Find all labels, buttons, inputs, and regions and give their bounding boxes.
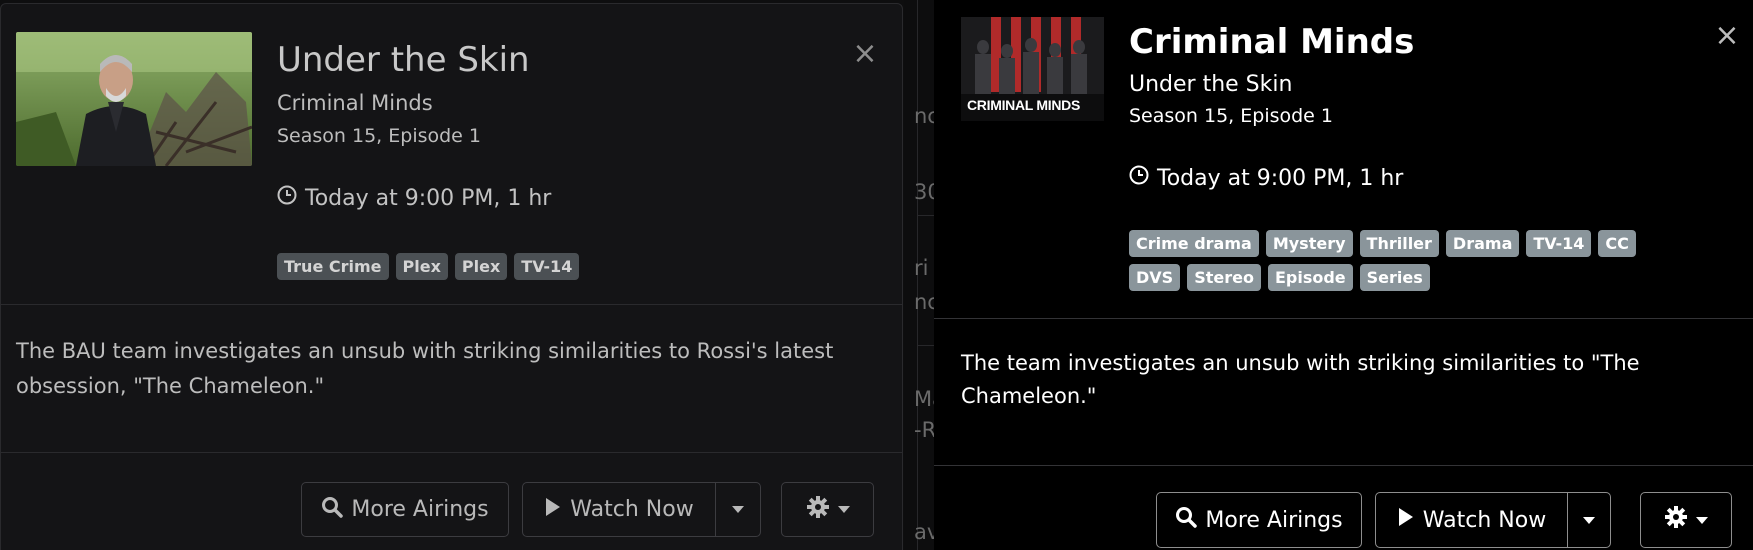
gear-icon — [806, 495, 830, 525]
genre-badge: Mystery — [1265, 230, 1353, 257]
play-icon — [544, 496, 562, 524]
rating-badge: TV-14 — [514, 253, 580, 280]
chevron-down-icon — [1583, 516, 1595, 524]
episode-title: Under the Skin — [1129, 72, 1293, 97]
type-badge: Episode — [1267, 264, 1353, 291]
background-text-fragment: nc — [914, 290, 934, 314]
settings-dropdown-button[interactable] — [781, 482, 874, 537]
season-episode: Season 15, Episode 1 — [277, 125, 481, 147]
settings-dropdown-button[interactable] — [1640, 492, 1732, 548]
close-icon[interactable]: × — [1713, 21, 1741, 51]
genre-badge: Drama — [1445, 230, 1520, 257]
program-title: Under the Skin — [277, 40, 530, 80]
background-text-fragment: Ma — [914, 387, 934, 411]
background-text-fragment: 30 — [914, 180, 934, 204]
background-text-fragment: ri — [914, 256, 929, 280]
airtime-text: Today at 9:00 PM, 1 hr — [305, 185, 552, 211]
program-description: The BAU team investigates an unsub with … — [16, 339, 834, 398]
episode-thumbnail — [16, 32, 252, 166]
watch-now-label: Watch Now — [570, 497, 694, 522]
background-text-fragment: -R — [914, 418, 934, 442]
type-badge: Series — [1359, 264, 1430, 291]
program-description: The team investigates an unsub with stri… — [961, 351, 1640, 408]
show-poster: CRIMINAL MINDS — [961, 17, 1104, 121]
show-name: Criminal Minds — [277, 91, 433, 115]
divider — [1, 452, 902, 453]
watch-now-label: Watch Now — [1422, 507, 1547, 533]
chevron-down-icon — [837, 506, 850, 513]
watch-now-dropdown-toggle[interactable] — [1567, 492, 1611, 548]
right-program-modal: CRIMINAL MINDS × Criminal Minds Under th… — [934, 0, 1753, 550]
clock-icon — [1129, 165, 1149, 191]
watch-now-button[interactable]: Watch Now — [522, 482, 716, 537]
more-airings-label: More Airings — [351, 497, 489, 522]
watch-now-button[interactable]: Watch Now — [1375, 492, 1568, 548]
background-text-fragment: nc — [914, 104, 934, 128]
genre-badge: Thriller — [1359, 230, 1439, 257]
chevron-down-icon — [1696, 516, 1708, 524]
chevron-down-icon — [732, 506, 744, 513]
watch-now-dropdown-toggle[interactable] — [715, 482, 761, 537]
background-text-fragment: av — [914, 520, 934, 544]
badge-list: True Crime Plex Plex TV-14 — [277, 253, 580, 280]
divider — [934, 465, 1753, 466]
airtime: Today at 9:00 PM, 1 hr — [1129, 165, 1403, 191]
genre-badge: Crime drama — [1129, 230, 1259, 257]
background-divider — [918, 345, 934, 346]
feature-badge: CC — [1598, 230, 1636, 257]
more-airings-button[interactable]: More Airings — [1156, 492, 1362, 548]
show-poster-logo: CRIMINAL MINDS — [967, 97, 1080, 113]
clock-icon — [277, 185, 297, 211]
season-episode: Season 15, Episode 1 — [1129, 105, 1333, 127]
rating-badge: TV-14 — [1526, 230, 1592, 257]
background-divider — [918, 215, 934, 216]
divider — [1, 304, 902, 305]
search-icon — [321, 496, 344, 524]
feature-badge: Stereo — [1187, 264, 1261, 291]
genre-badge: True Crime — [277, 253, 389, 280]
close-icon[interactable]: × — [851, 39, 879, 69]
search-icon — [1175, 506, 1198, 534]
program-title: Criminal Minds — [1129, 22, 1415, 62]
play-icon — [1397, 506, 1415, 534]
source-badge: Plex — [395, 253, 448, 280]
airtime-text: Today at 9:00 PM, 1 hr — [1157, 165, 1404, 191]
gear-icon — [1664, 505, 1688, 535]
airtime: Today at 9:00 PM, 1 hr — [277, 185, 551, 211]
more-airings-label: More Airings — [1205, 507, 1343, 533]
left-program-modal: × Under the Skin Criminal Minds Season 1… — [0, 3, 903, 550]
source-badge: Plex — [454, 253, 508, 280]
more-airings-button[interactable]: More Airings — [301, 482, 509, 537]
feature-badge: DVS — [1129, 264, 1181, 291]
badge-list: Crime drama Mystery Thriller Drama TV-14… — [1129, 230, 1689, 291]
divider — [934, 318, 1753, 319]
